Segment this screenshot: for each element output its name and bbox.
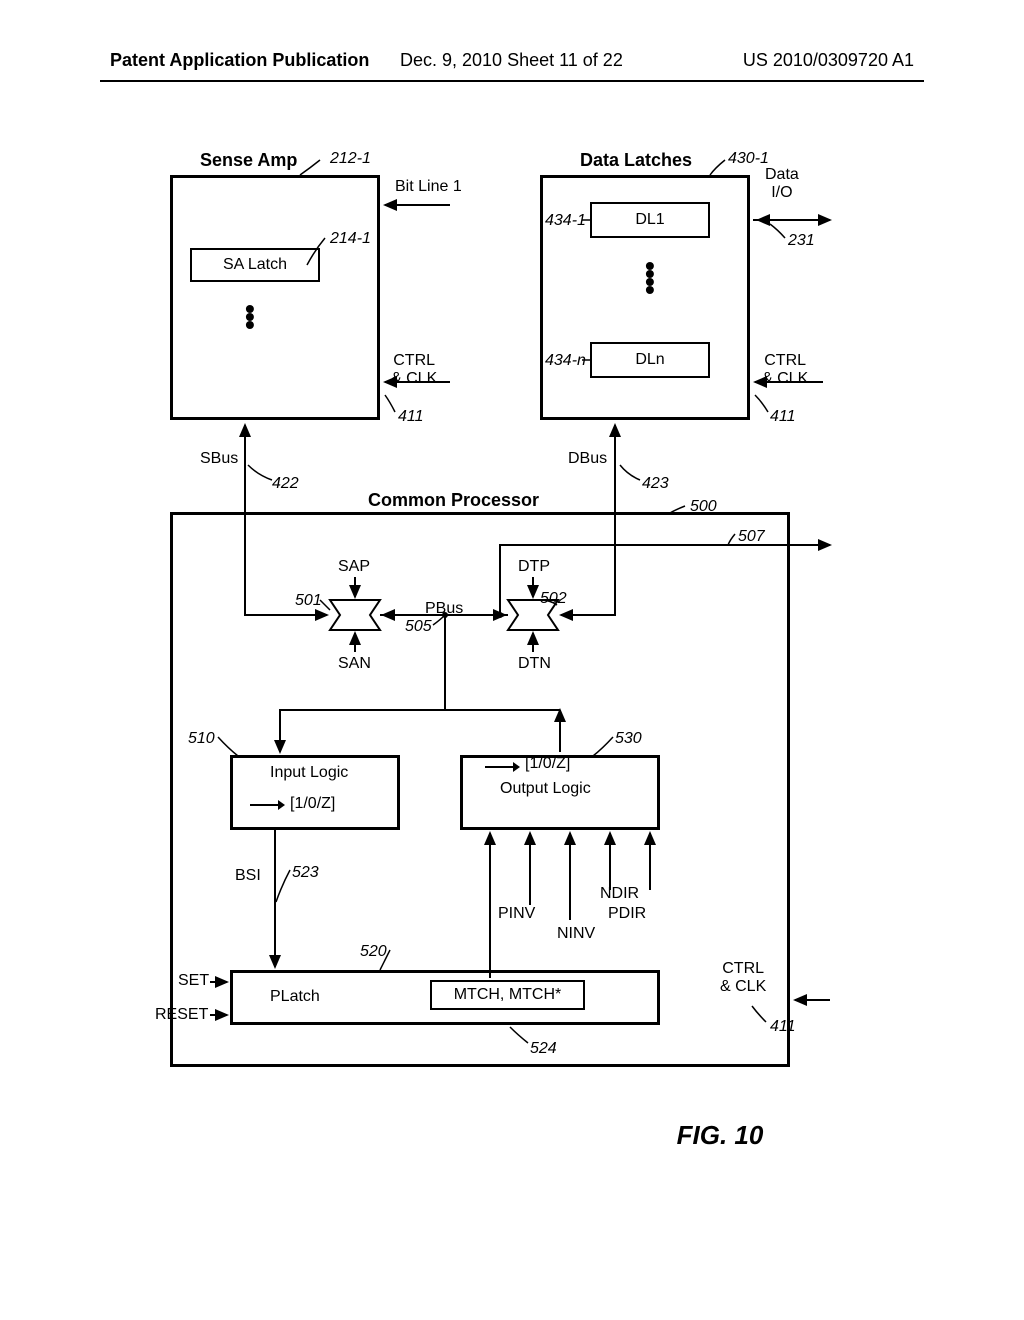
arrows-layer <box>130 150 890 1150</box>
header-right: US 2010/0309720 A1 <box>743 50 914 71</box>
diagram-container: Sense Amp SA Latch ••• Bit Line 1 CTRL &… <box>130 150 890 1150</box>
figure-title: FIG. 10 <box>677 1120 764 1151</box>
header-left: Patent Application Publication <box>110 50 369 71</box>
header-mid: Dec. 9, 2010 Sheet 11 of 22 <box>400 50 623 71</box>
header-divider <box>100 80 924 82</box>
